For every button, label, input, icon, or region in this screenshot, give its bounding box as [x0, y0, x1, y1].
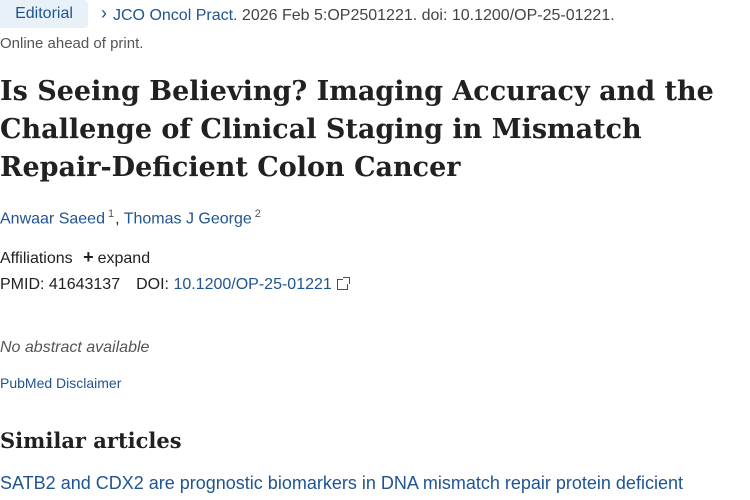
author-separator: ,	[115, 210, 124, 228]
pmid-label: PMID:	[0, 276, 45, 293]
similar-article-link[interactable]: SATB2 and CDX2 are prognostic biomarkers…	[0, 473, 683, 494]
citation-line: › JCO Oncol Pract. 2026 Feb 5:OP2501221. …	[101, 3, 615, 25]
doi-label: DOI:	[136, 276, 169, 293]
article-type-badge: Editorial	[0, 0, 88, 28]
article-title: Is Seeing Believing? Imaging Accuracy an…	[0, 76, 714, 183]
affiliations-row: Affiliations + expand	[0, 247, 150, 268]
doi-value: 10.1200/OP-25-01221	[173, 276, 332, 293]
doi-link[interactable]: 10.1200/OP-25-01221	[173, 276, 350, 293]
plus-icon: +	[83, 247, 94, 267]
author-link-george[interactable]: Thomas J George	[124, 210, 252, 227]
journal-link[interactable]: JCO Oncol Pract.	[113, 7, 237, 24]
author-list: Anwaar Saeed 1, Thomas J George 2	[0, 208, 262, 228]
affiliations-label: Affiliations	[0, 250, 73, 267]
author-affiliation-ref[interactable]: 2	[255, 208, 261, 220]
author-link-saeed[interactable]: Anwaar Saeed	[0, 210, 105, 227]
identifiers-row: PMID: 41643137 DOI: 10.1200/OP-25-01221	[0, 276, 350, 294]
similar-articles-heading: Similar articles	[0, 428, 182, 453]
pmid-value: 41643137	[48, 276, 121, 293]
author-affiliation-ref[interactable]: 1	[108, 208, 114, 220]
expand-label: expand	[97, 250, 151, 267]
publication-status: Online ahead of print.	[0, 35, 144, 52]
pubmed-disclaimer-link[interactable]: PubMed Disclaimer	[0, 375, 121, 391]
chevron-right-icon: ›	[101, 3, 107, 23]
no-abstract-notice: No abstract available	[0, 339, 150, 356]
external-link-icon	[336, 277, 350, 290]
expand-affiliations-button[interactable]: + expand	[83, 247, 151, 267]
citation-details: 2026 Feb 5:OP2501221. doi: 10.1200/OP-25…	[237, 7, 615, 24]
